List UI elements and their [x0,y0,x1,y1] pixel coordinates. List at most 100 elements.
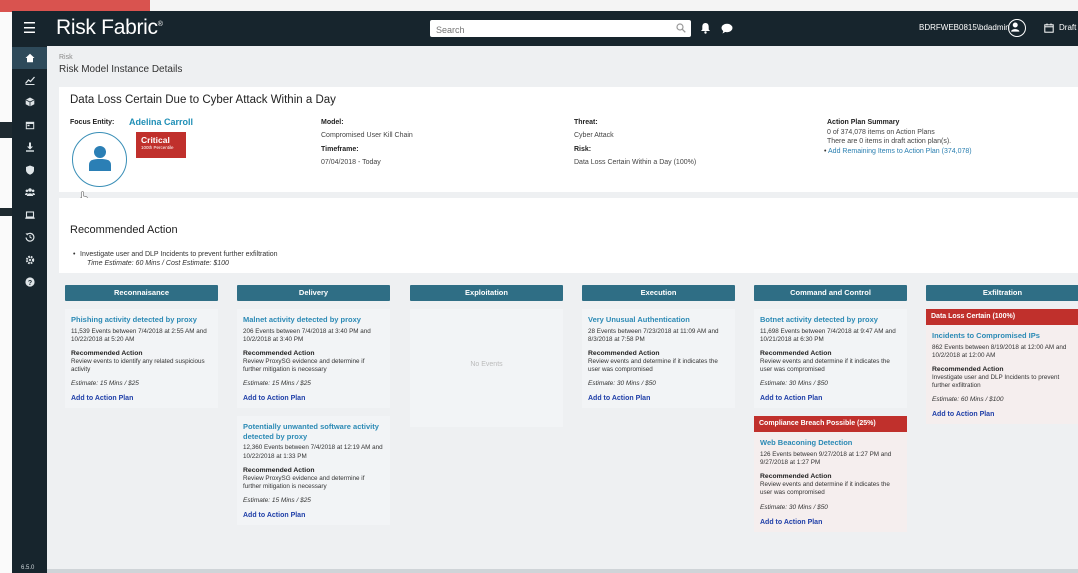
estimate-text: Estimate: 60 Mins / $100 [932,396,1004,404]
severity-label: Critical [141,135,170,145]
messages-icon[interactable] [721,23,733,34]
home-icon [25,53,34,63]
recommended-action-text: Review events and determine if it indica… [588,357,718,374]
stage-column-delivery: Delivery Malnet activity detected by pro… [231,285,396,573]
stage-header: Exploitation [410,285,563,301]
entity-avatar[interactable] [72,132,127,187]
sidebar-item-download[interactable] [12,136,47,158]
add-to-action-plan-link[interactable]: Add to Action Plan [588,395,729,402]
event-tile: Web Beaconing Detection 126 Events betwe… [754,432,907,532]
breadcrumb[interactable]: Risk [59,54,73,61]
event-title-link[interactable]: Potentially unwanted software activity d… [243,422,384,441]
background-window-edge [0,12,12,573]
event-title-link[interactable]: Phishing activity detected by proxy [71,315,212,325]
sidebar-item-security[interactable] [12,159,47,181]
event-title-link[interactable]: Malnet activity detected by proxy [243,315,384,325]
sidebar: ? 6.5.0 [12,46,47,573]
event-tile: Botnet activity detected by proxy 11,698… [754,309,907,409]
sidebar-item-packages[interactable] [12,91,47,113]
sidebar-item-settings[interactable] [12,249,47,271]
recommended-action-text: Review events and determine if it indica… [760,357,890,374]
recommended-action-text: Review ProxySG evidence and determine if… [243,357,365,374]
event-tile: Potentially unwanted software activity d… [237,416,390,526]
sidebar-item-home[interactable] [12,47,47,69]
stage-header: Command and Control [754,285,907,301]
draft-plans-label[interactable]: Draft ( [1059,23,1078,32]
no-events-label: No Events [470,361,503,368]
stage-header: Exfiltration [926,285,1078,301]
recommended-action-heading: Recommended Action [932,365,1004,373]
event-title-link[interactable]: Botnet activity detected by proxy [760,315,901,325]
user-avatar-icon[interactable] [1008,19,1026,37]
focus-entity-label: Focus Entity: [70,119,115,126]
event-count: 28 Events between 7/23/2018 at 11:09 AM … [588,327,719,343]
sidebar-item-analytics[interactable] [12,69,47,91]
cube-icon [25,97,34,107]
app-logo[interactable]: Risk Fabric® [56,16,163,40]
timeframe-value: 07/04/2018 - Today [321,159,381,166]
model-label: Model: [321,119,344,126]
risk-label: Risk: [574,146,592,153]
focus-entity-link[interactable]: Adelina Carroll [129,117,193,127]
stage-column-execution: Execution Very Unusual Authentication 28… [576,285,741,432]
notification-bell-icon[interactable] [700,22,711,34]
stage-header: Delivery [237,285,390,301]
recommended-action-item: Investigate user and DLP Incidents to pr… [73,251,278,258]
threat-value: Cyber Attack [574,132,614,139]
event-count: 862 Events between 8/19/2018 at 12:00 AM… [932,343,1067,359]
menu-icon[interactable]: ☰ [21,20,38,37]
app-window: ☰ Risk Fabric® BDRFWEB0815\bdadmin Draft… [12,11,1078,573]
line-chart-icon [24,76,35,85]
stage-column-exfiltration: Exfiltration Data Loss Certain (100%) In… [920,285,1078,453]
add-to-action-plan-link[interactable]: Add to Action Plan [760,395,901,402]
event-title-link[interactable]: Very Unusual Authentication [588,315,729,325]
incident-title: Data Loss Certain Due to Cyber Attack Wi… [70,94,336,106]
estimate-text: Estimate: 15 Mins / $25 [243,380,311,388]
sidebar-item-calendar[interactable] [12,114,47,136]
add-to-action-plan-link[interactable]: Add to Action Plan [932,411,1073,418]
action-plan-draft-count: There are 0 items in draft action plan(s… [827,138,952,145]
search-icon[interactable] [676,23,686,33]
recommended-action-heading: Recommended Action [243,466,315,474]
event-tile: Incidents to Compromised IPs 862 Events … [926,325,1078,425]
event-count: 12,360 Events between 7/4/2018 at 12:19 … [243,444,383,460]
add-remaining-items-link[interactable]: • Add Remaining Items to Action Plan (37… [824,148,972,155]
recommended-action-text: Review ProxySG evidence and determine if… [243,474,365,490]
gear-icon [25,255,34,265]
users-group-icon [24,188,35,196]
event-title-link[interactable]: Incidents to Compromised IPs [932,331,1073,341]
event-count: 11,539 Events between 7/4/2018 at 2:55 A… [71,327,207,343]
svg-text:?: ? [27,280,31,287]
recommended-action-title: Recommended Action [70,224,178,236]
add-to-action-plan-link[interactable]: Add to Action Plan [243,512,384,519]
sidebar-item-history[interactable] [12,226,47,248]
event-tile: Very Unusual Authentication 28 Events be… [582,309,735,409]
sidebar-item-help[interactable]: ? [12,271,47,293]
search-input[interactable] [430,21,670,39]
action-plan-summary-label: Action Plan Summary [827,119,900,126]
estimate-text: Estimate: 30 Mins / $50 [760,380,828,388]
recommended-action-text: Review events to identify any related su… [71,357,205,374]
risk-value: Data Loss Certain Within a Day (100%) [574,159,697,166]
event-count: 126 Events between 9/27/2018 at 1:27 PM … [760,450,892,467]
sidebar-item-users[interactable] [12,181,47,203]
recommended-action-text: Investigate user and DLP Incidents to pr… [932,373,1060,390]
risk-banner: Compliance Breach Possible (25%) [754,416,907,433]
severity-percentile: 100th Percentile [141,145,174,150]
stage-column-command-and-control: Command and Control Botnet activity dete… [748,285,913,573]
recommended-action-heading: Recommended Action [760,349,832,357]
add-to-action-plan-link[interactable]: Add to Action Plan [760,519,901,526]
stage-header: Execution [582,285,735,301]
add-to-action-plan-link[interactable]: Add to Action Plan [71,395,212,402]
event-title-link[interactable]: Web Beaconing Detection [760,438,901,448]
incident-summary-card: Data Loss Certain Due to Cyber Attack Wi… [59,87,1078,203]
current-user-name[interactable]: BDRFWEB0815\bdadmin [919,23,1010,32]
sidebar-item-devices[interactable] [12,204,47,226]
draft-calendar-icon[interactable] [1044,23,1054,33]
horizontal-scrollbar[interactable] [47,569,1078,573]
recommended-action-heading: Recommended Action [243,349,315,357]
add-to-action-plan-link[interactable]: Add to Action Plan [243,395,384,402]
shield-icon [25,165,34,175]
stage-column-exploitation: Exploitation No Events [404,285,569,432]
search-box [430,20,691,39]
